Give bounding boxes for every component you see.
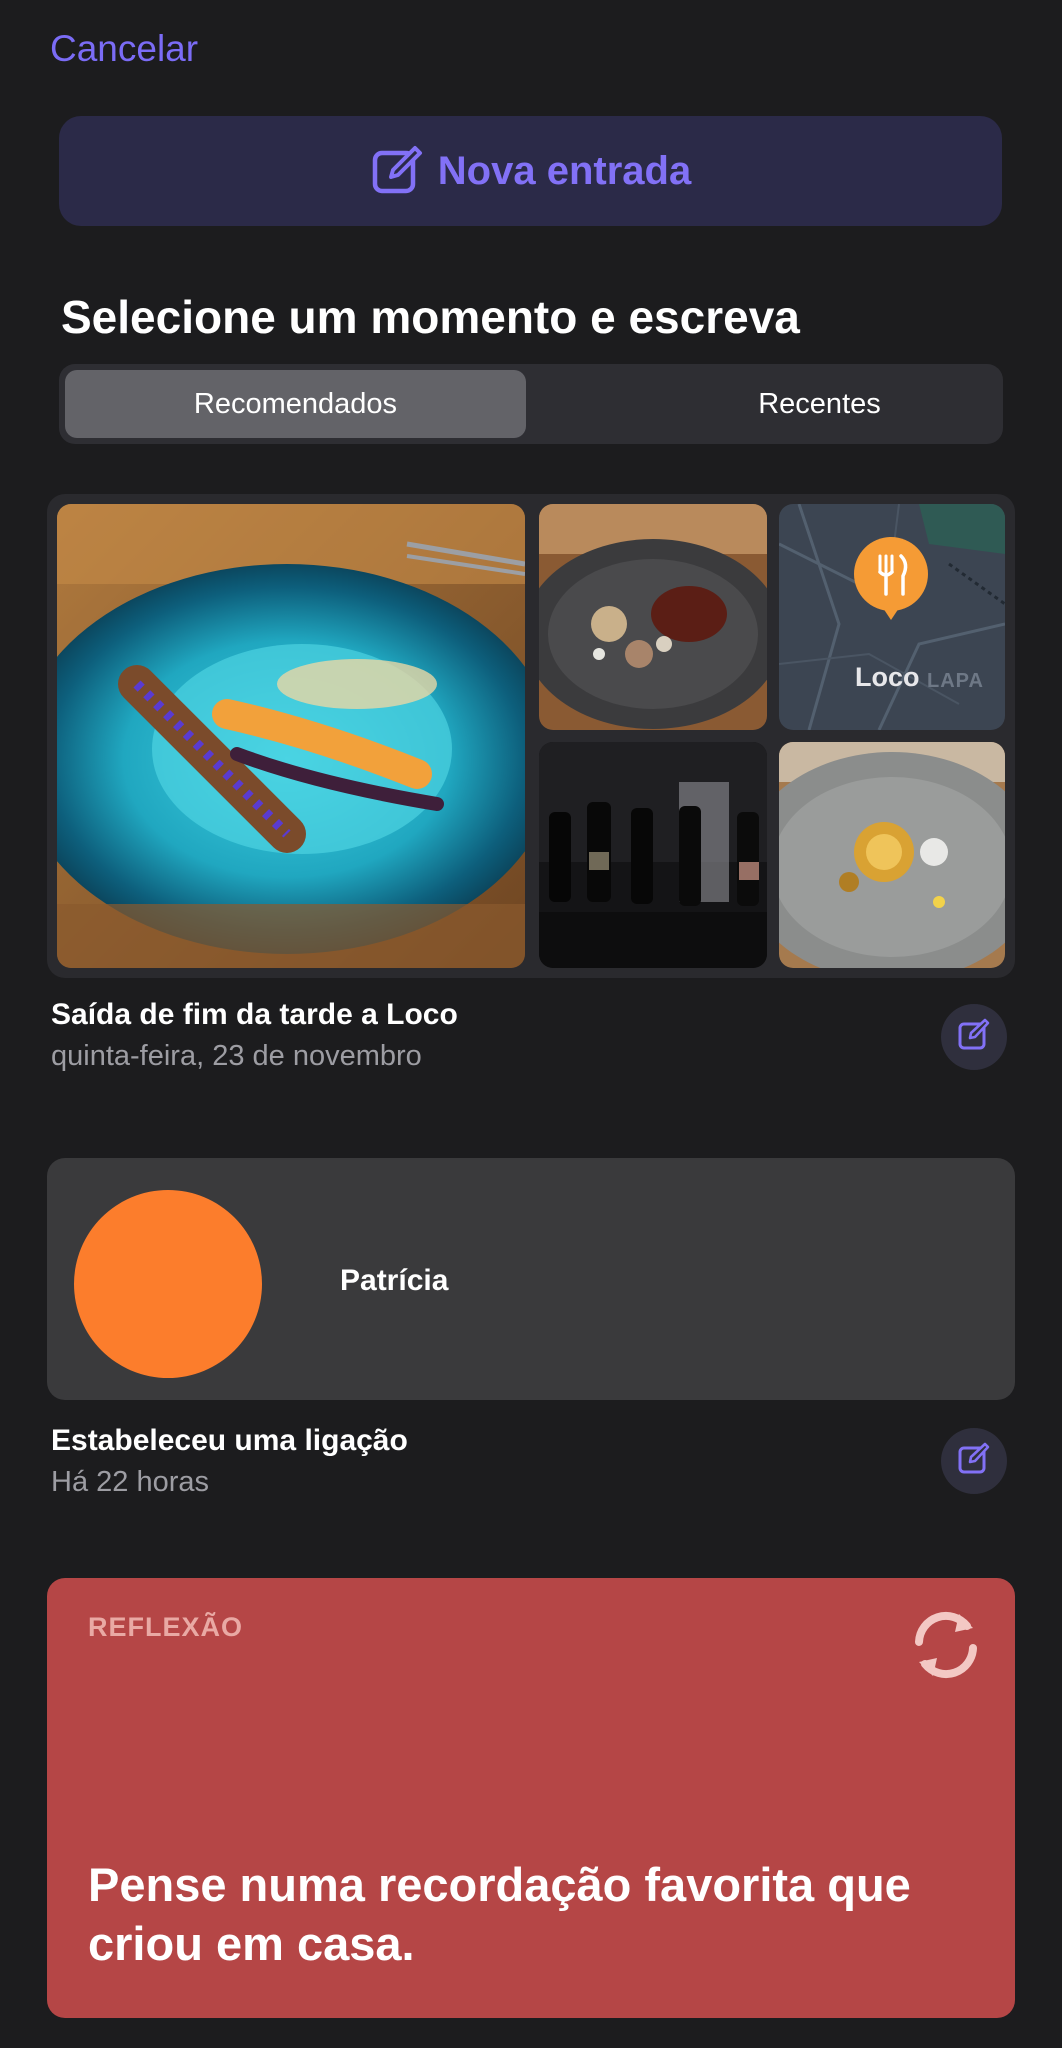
compose-icon	[957, 1018, 991, 1057]
map-tile: Loco LAPA	[779, 504, 1005, 730]
reflection-card[interactable]: REFLEXÃO Pense numa recordação favorita …	[47, 1578, 1015, 2018]
moment-title: Saída de fim da tarde a Loco	[51, 998, 458, 1031]
cancel-button[interactable]: Cancelar	[50, 28, 198, 70]
compose-icon	[957, 1442, 991, 1481]
tab-recommended[interactable]: Recomendados	[65, 370, 526, 438]
contact-name: Patrícia	[340, 1264, 449, 1297]
photo-blue-plate	[57, 504, 525, 968]
edit-call-button[interactable]	[941, 1428, 1007, 1494]
moment-date: quinta-feira, 23 de novembro	[51, 1040, 422, 1072]
call-time: Há 22 horas	[51, 1466, 209, 1498]
photo-dark-plate	[539, 504, 767, 730]
section-title: Selecione um momento e escreva	[61, 291, 800, 343]
compose-icon	[370, 144, 424, 198]
new-entry-label: Nova entrada	[437, 148, 692, 193]
photo-gray-plate	[779, 742, 1005, 968]
photo-wine-bottles	[539, 742, 767, 968]
tab-recent[interactable]: Recentes	[589, 370, 1050, 438]
map-place-label: Loco	[855, 662, 920, 692]
map-area-label: LAPA	[927, 670, 984, 692]
edit-moment-button[interactable]	[941, 1004, 1007, 1070]
refresh-icon	[903, 1602, 989, 1693]
map-pin-icon	[853, 536, 929, 620]
reflection-label: REFLEXÃO	[88, 1612, 244, 1642]
call-title: Estabeleceu uma ligação	[51, 1424, 408, 1457]
reflection-prompt: Pense numa recordação favorita que criou…	[88, 1858, 911, 1970]
moment-collage[interactable]: Loco LAPA	[47, 494, 1015, 978]
contact-card[interactable]: Patrícia	[47, 1158, 1015, 1400]
refresh-button[interactable]	[901, 1602, 991, 1692]
avatar	[74, 1190, 262, 1378]
new-entry-button[interactable]: Nova entrada	[59, 116, 1002, 226]
segmented-control: Recomendados Recentes	[59, 364, 1003, 444]
